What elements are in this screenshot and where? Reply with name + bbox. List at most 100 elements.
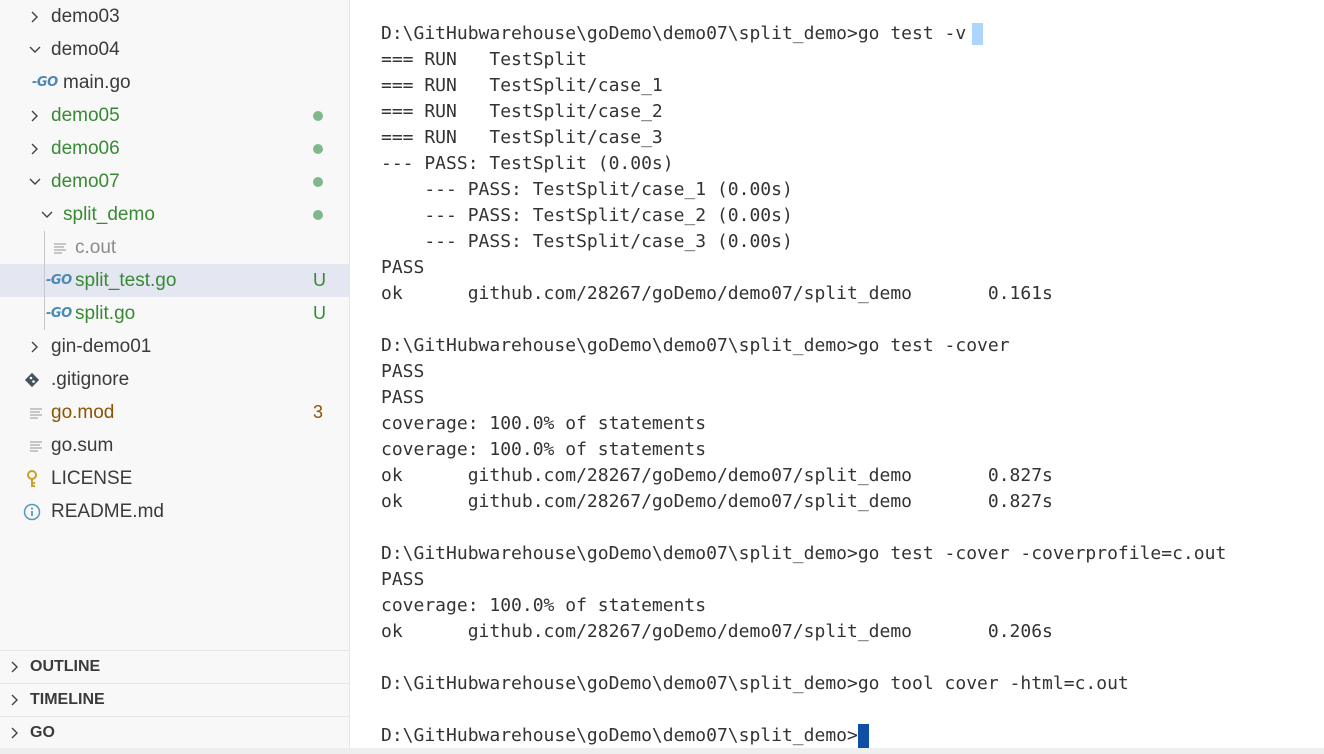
modified-dot-icon xyxy=(313,143,323,154)
indent-guide xyxy=(44,264,45,297)
indent-guide xyxy=(44,297,45,330)
tree-item-label: demo04 xyxy=(51,38,120,60)
tree-item-gitignore[interactable]: .gitignore xyxy=(0,363,350,396)
tree-item-demo07[interactable]: demo07 xyxy=(0,165,350,198)
problems-badge: 3 xyxy=(313,402,324,422)
terminal-line: --- PASS: TestSplit/case_3 (0.00s) xyxy=(381,231,793,252)
terminal-line: PASS xyxy=(381,361,425,382)
chevron-down-icon xyxy=(28,43,42,57)
chevron-right-icon xyxy=(28,109,42,123)
tree-item-label: demo06 xyxy=(51,137,120,159)
tree-item-demo04[interactable]: demo04 xyxy=(0,33,350,66)
terminal-line: coverage: 100.0% of statements xyxy=(381,439,707,460)
tree-item-go-mod[interactable]: go.mod 3 xyxy=(0,396,350,429)
tree-item-gin-demo01[interactable]: gin-demo01 xyxy=(0,330,350,363)
tree-item-label: main.go xyxy=(63,71,131,93)
chevron-down-icon xyxy=(40,208,54,222)
chevron-right-icon xyxy=(8,726,22,740)
terminal-panel[interactable]: D:\GitHubwarehouse\goDemo\demo07\split_d… xyxy=(351,0,1324,754)
go-file-icon: - GO xyxy=(32,75,58,90)
indent-guide xyxy=(44,231,45,264)
explorer-sidebar: demo03 demo04 - GO main.go demo05 demo06… xyxy=(0,0,350,754)
terminal-line: === RUN TestSplit/case_3 xyxy=(381,127,663,148)
timeline-section-header[interactable]: TIMELINE xyxy=(0,683,350,716)
terminal-line: PASS xyxy=(381,569,425,590)
info-icon xyxy=(23,503,41,521)
modified-dot-icon xyxy=(313,209,323,220)
terminal-line: === RUN TestSplit xyxy=(381,49,587,70)
go-file-icon: - GO xyxy=(46,306,72,321)
tree-item-go-sum[interactable]: go.sum xyxy=(0,429,350,462)
tree-item-readme[interactable]: README.md xyxy=(0,495,350,528)
terminal-prompt-line[interactable]: D:\GitHubwarehouse\goDemo\demo07\split_d… xyxy=(381,723,1324,749)
modified-dot-icon xyxy=(313,176,323,187)
tree-item-label: .gitignore xyxy=(51,368,130,390)
section-label: OUTLINE xyxy=(30,658,101,675)
bottom-edge xyxy=(0,748,1324,754)
go-file-icon: - GO xyxy=(46,273,72,288)
tree-item-main-go[interactable]: - GO main.go xyxy=(0,66,350,99)
selection-highlight xyxy=(972,23,984,45)
tree-item-label: split_test.go xyxy=(75,269,177,291)
terminal-line: --- PASS: TestSplit/case_2 (0.00s) xyxy=(381,205,793,226)
tree-item-label: go.mod xyxy=(51,401,115,423)
go-section-header[interactable]: GO xyxy=(0,716,350,749)
terminal-line: --- PASS: TestSplit/case_1 (0.00s) xyxy=(381,179,793,200)
tree-item-c-out[interactable]: c.out xyxy=(0,231,350,264)
terminal-line: ok github.com/28267/goDemo/demo07/split_… xyxy=(381,465,1053,486)
text-file-icon xyxy=(29,406,43,420)
terminal-line: D:\GitHubwarehouse\goDemo\demo07\split_d… xyxy=(381,21,1324,47)
terminal-line: === RUN TestSplit/case_2 xyxy=(381,101,663,122)
terminal-line: coverage: 100.0% of statements xyxy=(381,595,707,616)
untracked-badge: U xyxy=(313,303,326,323)
tree-item-demo06[interactable]: demo06 xyxy=(0,132,350,165)
tree-item-label: README.md xyxy=(51,500,164,522)
chevron-right-icon xyxy=(8,693,22,707)
terminal-line: coverage: 100.0% of statements xyxy=(381,413,707,434)
chevron-down-icon xyxy=(28,175,42,189)
terminal-line: PASS xyxy=(381,387,425,408)
outline-section-header[interactable]: OUTLINE xyxy=(0,650,350,683)
tree-item-label: c.out xyxy=(75,236,117,258)
terminal-line: === RUN TestSplit/case_1 xyxy=(381,75,663,96)
chevron-right-icon xyxy=(8,660,22,674)
terminal-line: ok github.com/28267/goDemo/demo07/split_… xyxy=(381,491,1053,512)
git-icon xyxy=(24,372,40,388)
chevron-right-icon xyxy=(28,142,42,156)
text-file-icon xyxy=(29,439,43,453)
tree-item-split-go[interactable]: - GO split.go U xyxy=(0,297,350,330)
modified-dot-icon xyxy=(313,110,323,121)
tree-item-demo03[interactable]: demo03 xyxy=(0,0,350,33)
tree-item-split-test-go[interactable]: - GO split_test.go U xyxy=(0,264,350,297)
terminal-line: ok github.com/28267/goDemo/demo07/split_… xyxy=(381,621,1053,642)
tree-item-label: demo05 xyxy=(51,104,120,126)
untracked-badge: U xyxy=(313,270,326,290)
tree-item-label: demo03 xyxy=(51,5,120,27)
tree-item-label: split.go xyxy=(75,302,136,324)
terminal-line: ok github.com/28267/goDemo/demo07/split_… xyxy=(381,283,1053,304)
text-file-icon xyxy=(53,241,67,255)
tree-item-split-demo[interactable]: split_demo xyxy=(0,198,350,231)
tree-item-label: demo07 xyxy=(51,170,120,192)
section-label: GO xyxy=(30,724,55,741)
chevron-right-icon xyxy=(28,340,42,354)
tree-item-license[interactable]: LICENSE xyxy=(0,462,350,495)
tree-item-label: split_demo xyxy=(63,203,155,225)
key-icon xyxy=(24,469,40,488)
terminal-line: D:\GitHubwarehouse\goDemo\demo07\split_d… xyxy=(381,543,1227,564)
terminal-line: PASS xyxy=(381,257,425,278)
terminal-line: D:\GitHubwarehouse\goDemo\demo07\split_d… xyxy=(381,673,1129,694)
terminal-line: --- PASS: TestSplit (0.00s) xyxy=(381,153,674,174)
tree-item-label: go.sum xyxy=(51,434,114,456)
section-label: TIMELINE xyxy=(30,691,105,708)
tree-item-demo05[interactable]: demo05 xyxy=(0,99,350,132)
terminal-cursor xyxy=(857,724,869,748)
tree-item-label: gin-demo01 xyxy=(51,335,152,357)
tree-item-label: LICENSE xyxy=(51,467,133,489)
terminal-line: D:\GitHubwarehouse\goDemo\demo07\split_d… xyxy=(381,335,1010,356)
file-tree: demo03 demo04 - GO main.go demo05 demo06… xyxy=(0,0,350,528)
